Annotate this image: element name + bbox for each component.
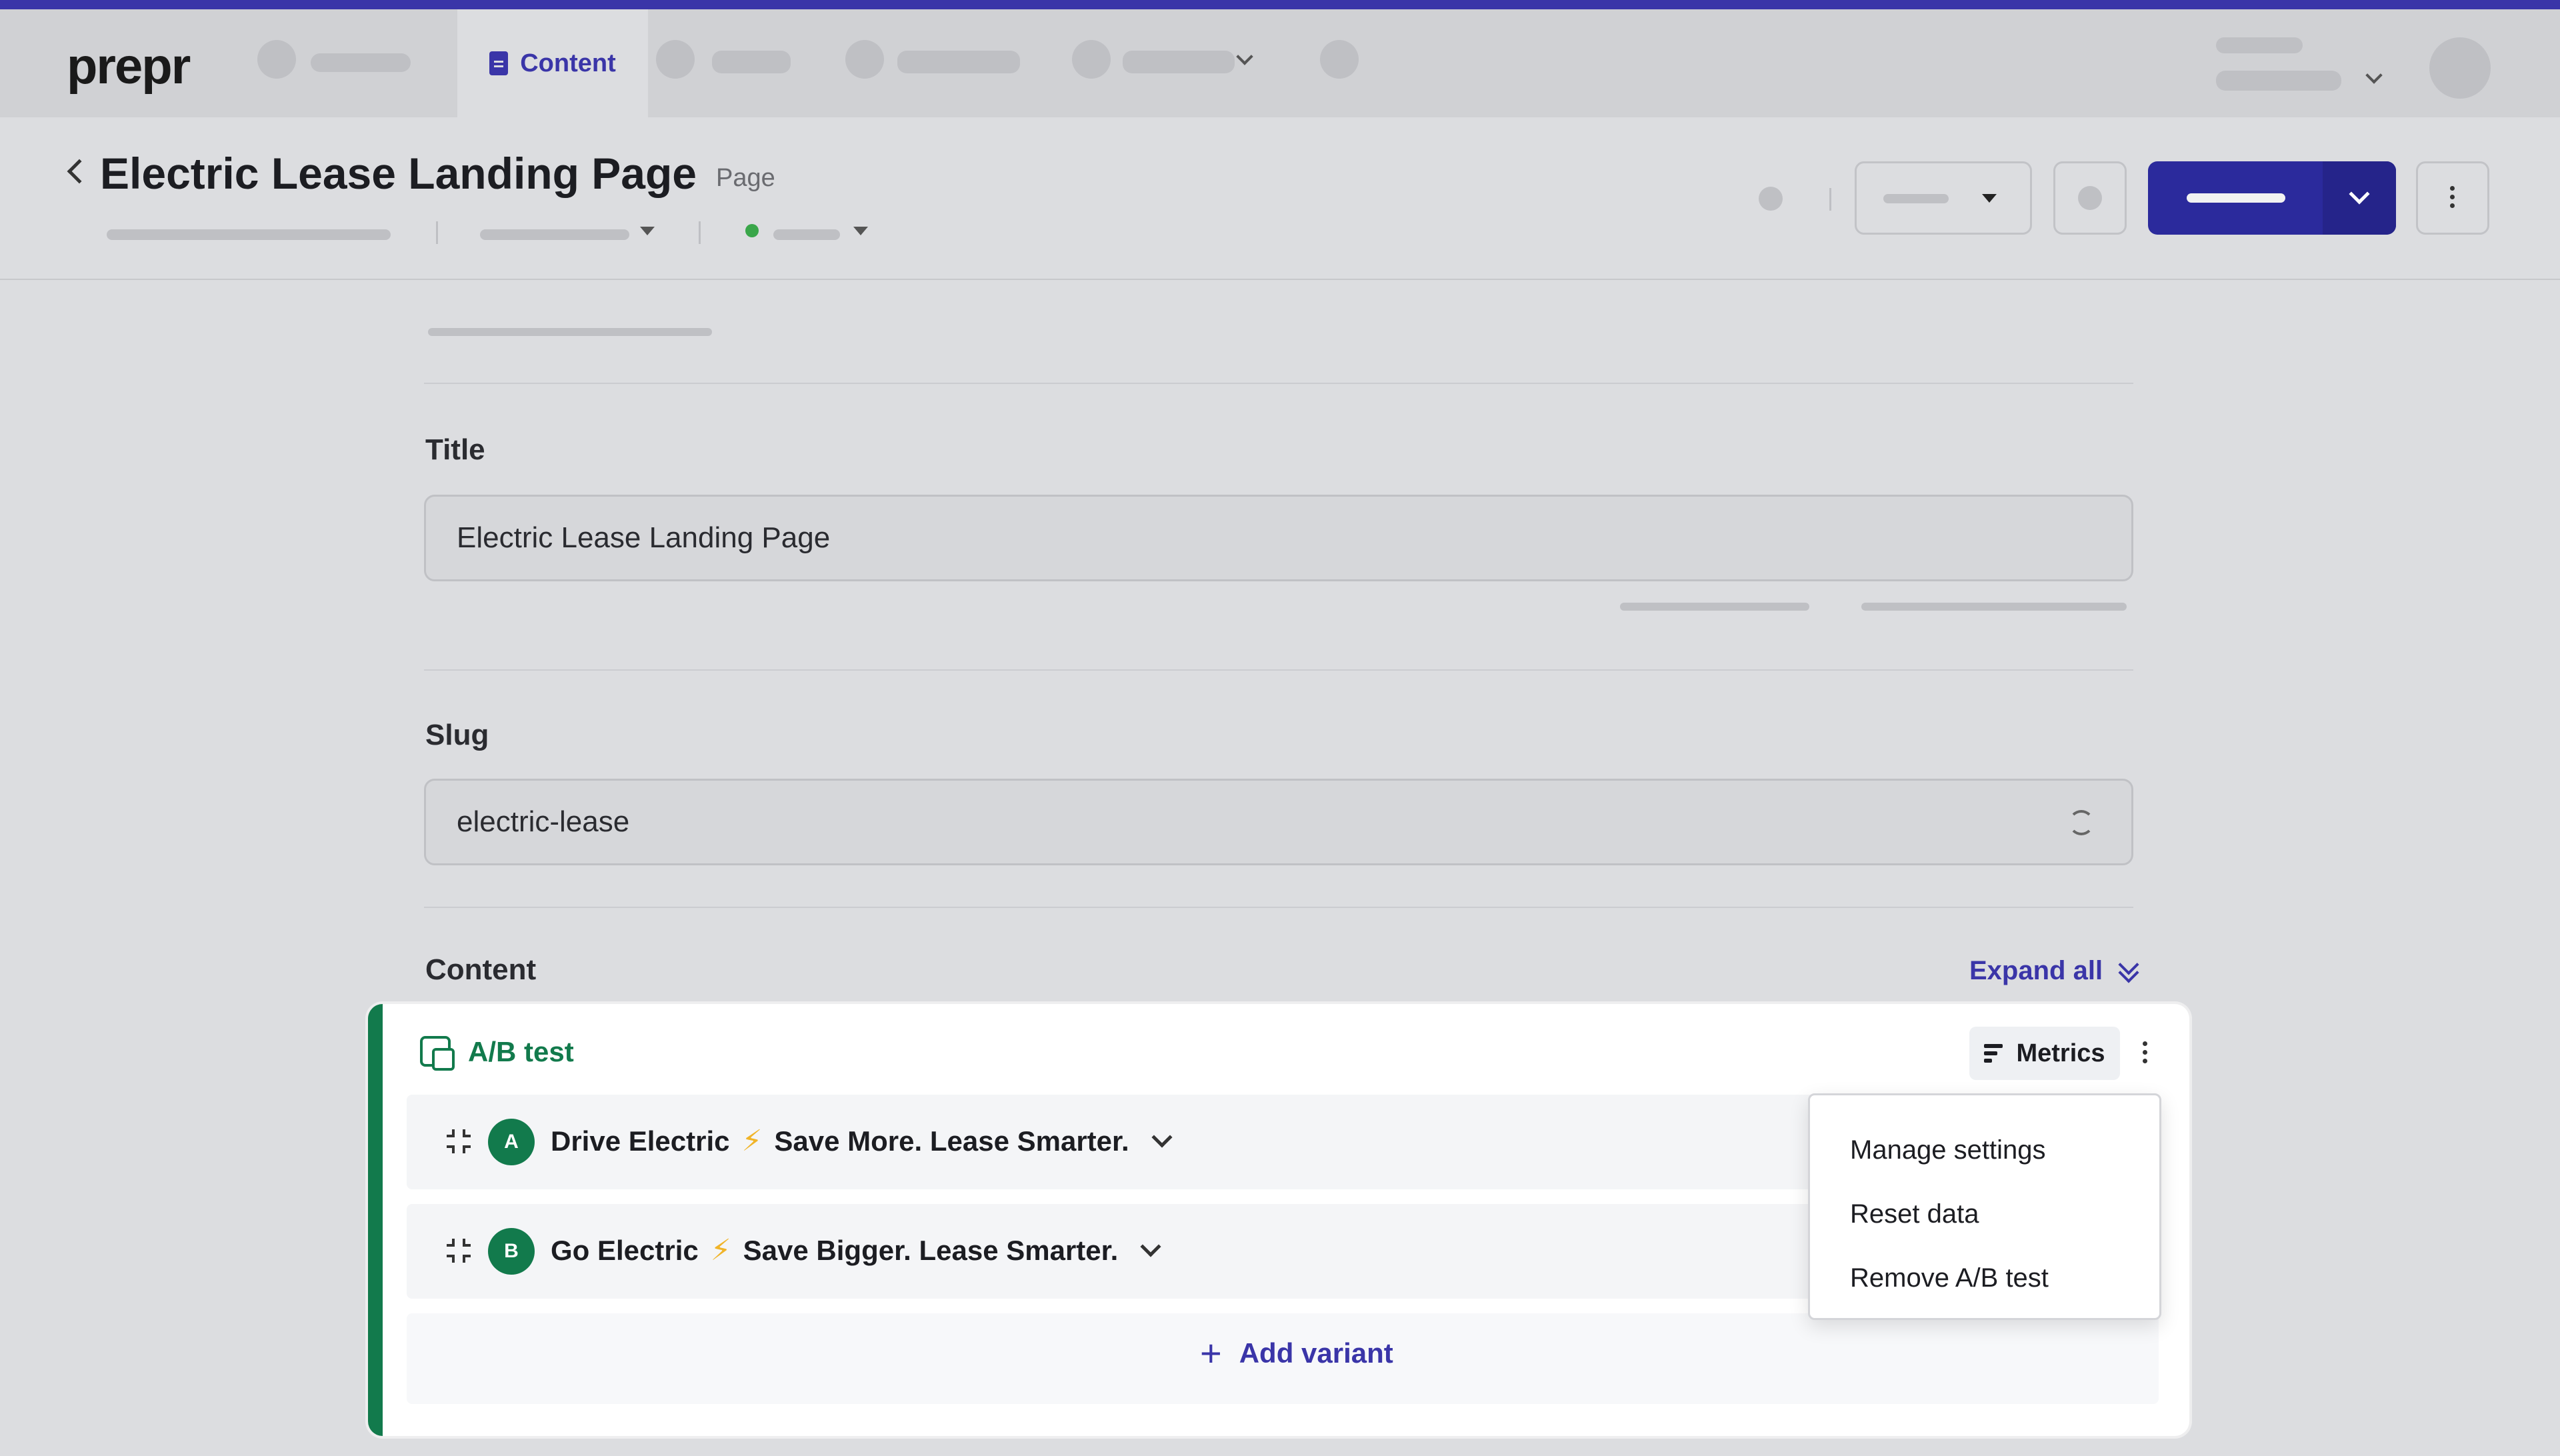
workspace-placeholder-bottom[interactable] (2216, 71, 2341, 91)
menu-item-reset-data[interactable]: Reset data (1810, 1182, 2159, 1246)
collapse-arrows-icon[interactable] (447, 1239, 471, 1263)
divider (424, 669, 2133, 671)
workspace-placeholder-top[interactable] (2216, 37, 2303, 53)
nav-item-placeholder-icon[interactable] (845, 40, 884, 79)
publish-options-toggle[interactable] (2323, 161, 2396, 235)
section-placeholder (428, 328, 712, 336)
preview-button[interactable] (2053, 161, 2127, 235)
metrics-label: Metrics (2016, 1039, 2105, 1067)
variant-badge: B (488, 1228, 535, 1275)
meta-separator (699, 221, 701, 244)
document-icon (489, 51, 509, 75)
metrics-icon (1984, 1044, 2003, 1063)
lightning-icon: ⚡ (741, 1125, 763, 1157)
plus-icon: + (1200, 1332, 1222, 1374)
slug-input[interactable]: electric-lease (424, 779, 2133, 865)
status-dot (745, 224, 759, 237)
header-separator (1829, 188, 1831, 211)
collapse-arrows-icon[interactable] (447, 1129, 471, 1153)
publish-split-button[interactable] (2148, 161, 2396, 235)
chevron-down-icon[interactable] (2365, 67, 2383, 84)
chevron-down-icon[interactable] (1236, 48, 1253, 65)
variant-subtitle: Save More. Lease Smarter. (774, 1125, 1129, 1157)
preview-icon (2078, 186, 2102, 210)
nav-item-placeholder-icon[interactable] (257, 40, 296, 79)
page-title: Electric Lease Landing Page (100, 149, 697, 198)
lightning-icon: ⚡ (710, 1234, 731, 1267)
more-actions-button[interactable] (2416, 161, 2489, 235)
top-navigation: prepr (0, 9, 2560, 117)
status-placeholder[interactable] (773, 229, 840, 240)
publish-label-placeholder (2187, 193, 2285, 203)
menu-item-manage-settings[interactable]: Manage settings (1810, 1118, 2159, 1182)
add-variant-label: Add variant (1239, 1337, 1393, 1369)
ab-test-title: A/B test (468, 1036, 574, 1067)
variant-badge: A (488, 1119, 535, 1165)
nav-item-placeholder-icon[interactable] (656, 40, 695, 79)
stage-dropdown[interactable] (1855, 161, 2032, 235)
divider (424, 383, 2133, 384)
top-accent-bar (0, 0, 2560, 9)
title-hint-placeholder (1620, 603, 1809, 611)
refresh-icon[interactable] (2069, 810, 2094, 835)
slug-value: electric-lease (457, 805, 630, 838)
variant-subtitle: Save Bigger. Lease Smarter. (743, 1234, 1119, 1266)
meta-separator (436, 221, 438, 244)
divider (424, 907, 2133, 908)
nav-item-placeholder-label[interactable] (1123, 51, 1235, 73)
chevron-down-icon[interactable] (1151, 1126, 1173, 1148)
nav-item-placeholder-label[interactable] (311, 53, 411, 72)
variant-title: Go Electric ⚡ Save Bigger. Lease Smarter… (551, 1233, 1161, 1267)
variant-name: Drive Electric (551, 1125, 730, 1157)
chevron-down-icon (2349, 183, 2370, 205)
content-field-label: Content (425, 953, 537, 986)
title-counter-placeholder (1861, 603, 2127, 611)
collaborator-dot (1759, 187, 1783, 211)
variant-name: Go Electric (551, 1234, 699, 1266)
variant-title: Drive Electric ⚡ Save More. Lease Smarte… (551, 1124, 1173, 1158)
slug-field-label: Slug (425, 719, 489, 751)
chevron-down-icon[interactable] (1140, 1235, 1161, 1257)
caret-down-icon[interactable] (853, 227, 868, 235)
kebab-icon (2450, 186, 2455, 208)
ab-test-icon (420, 1036, 455, 1071)
nav-item-placeholder-label[interactable] (712, 51, 791, 73)
meta-placeholder (107, 229, 391, 240)
nav-item-placeholder-icon[interactable] (1072, 40, 1111, 79)
prepr-logo[interactable]: prepr (67, 37, 191, 95)
nav-item-placeholder-label[interactable] (897, 51, 1020, 73)
menu-item-remove-ab-test[interactable]: Remove A/B test (1810, 1246, 2159, 1310)
page-type-label: Page (716, 164, 775, 192)
add-variant-button[interactable]: + Add variant (1200, 1335, 1393, 1372)
title-field-label: Title (425, 433, 485, 466)
expand-all-label: Expand all (1969, 956, 2103, 985)
metrics-button[interactable]: Metrics (1969, 1027, 2120, 1080)
nav-item-placeholder-icon[interactable] (1320, 40, 1359, 79)
caret-down-icon (1982, 194, 1997, 203)
locale-placeholder[interactable] (480, 229, 629, 240)
nav-tab-content-label: Content (520, 49, 616, 77)
nav-tab-content[interactable]: Content (457, 9, 648, 117)
caret-down-icon[interactable] (640, 227, 655, 235)
ab-test-kebab-icon[interactable] (2143, 1041, 2147, 1063)
avatar[interactable] (2429, 37, 2491, 99)
expand-all-button[interactable]: Expand all (1969, 956, 2137, 986)
stage-placeholder (1883, 194, 1949, 203)
title-input[interactable]: Electric Lease Landing Page (424, 495, 2133, 581)
ab-test-options-menu: Manage settings Reset data Remove A/B te… (1808, 1093, 2161, 1320)
double-chevron-down-icon (2119, 960, 2137, 983)
